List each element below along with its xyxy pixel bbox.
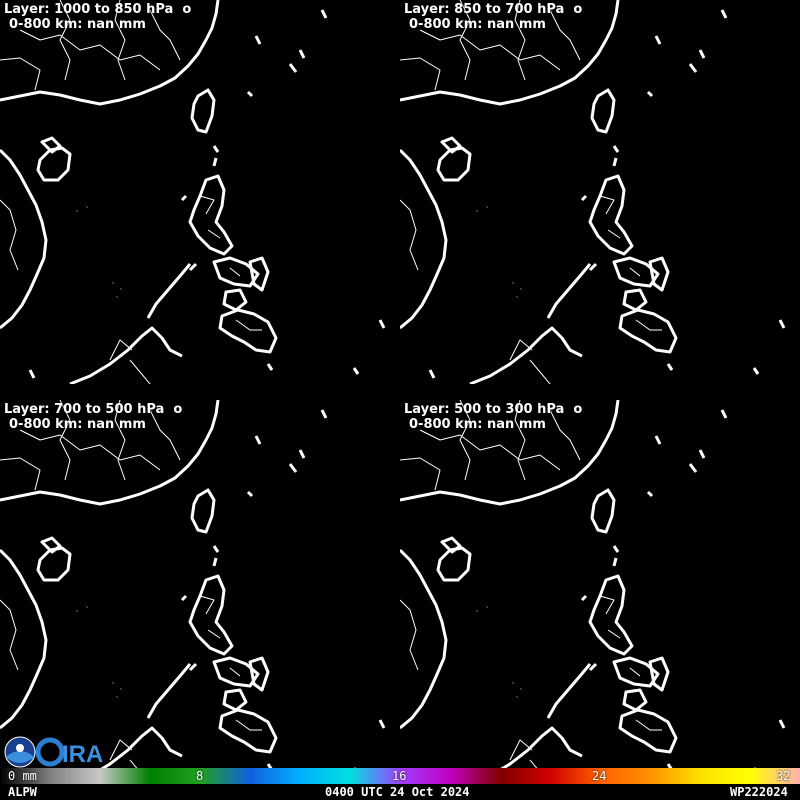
colorbar-tick: 24 (592, 769, 607, 783)
panel-label: Layer: 850 to 700 hPa o 0-800 km: nan mm (404, 2, 582, 32)
noaa-logo-icon (4, 736, 36, 768)
colorbar-tick: 8 (196, 769, 204, 783)
panel-500-300: Layer: 500 to 300 hPa o 0-800 km: nan mm (400, 400, 800, 768)
cira-logo-icon: IRA (35, 737, 103, 768)
stats-label: 0-800 km: nan mm (9, 417, 146, 432)
panel-1000-850: Layer: 1000 to 850 hPa o 0-800 km: nan mm (0, 0, 400, 384)
panel-700-500: Layer: 700 to 500 hPa o 0-800 km: nan mm (0, 400, 400, 768)
logos: IRA (4, 736, 103, 768)
storm-id: WP222024 (730, 785, 788, 799)
layer-label: Layer: 1000 to 850 hPa o (4, 2, 192, 17)
stats-label: 0-800 km: nan mm (409, 17, 546, 32)
product-label: ALPW (8, 785, 37, 799)
layer-label: Layer: 700 to 500 hPa o (4, 402, 183, 417)
panel-850-700: Layer: 850 to 700 hPa o 0-800 km: nan mm (400, 0, 800, 384)
time-label: 0400 UTC 24 Oct 2024 (325, 785, 470, 799)
svg-text:IRA: IRA (62, 741, 103, 768)
stats-label: 0-800 km: nan mm (9, 17, 146, 32)
map-700-500 (0, 400, 386, 768)
colorbar-tick: 0 mm (8, 769, 37, 783)
stats-label: 0-800 km: nan mm (409, 417, 546, 432)
map-1000-850 (0, 0, 386, 384)
map-500-300 (400, 400, 786, 768)
layer-label: Layer: 850 to 700 hPa o (404, 2, 583, 17)
colorbar-tick: 16 (392, 769, 407, 783)
map-850-700 (400, 0, 786, 384)
panel-label: Layer: 500 to 300 hPa o 0-800 km: nan mm (404, 402, 582, 432)
footer: ALPW 0400 UTC 24 Oct 2024 WP222024 (0, 784, 800, 800)
panel-label: Layer: 700 to 500 hPa o 0-800 km: nan mm (4, 402, 182, 432)
colorbar: 0 mm 8 16 24 32 (0, 768, 800, 784)
panel-label: Layer: 1000 to 850 hPa o 0-800 km: nan mm (4, 2, 191, 32)
layer-label: Layer: 500 to 300 hPa o (404, 402, 583, 417)
colorbar-tick: 32 (776, 769, 791, 783)
